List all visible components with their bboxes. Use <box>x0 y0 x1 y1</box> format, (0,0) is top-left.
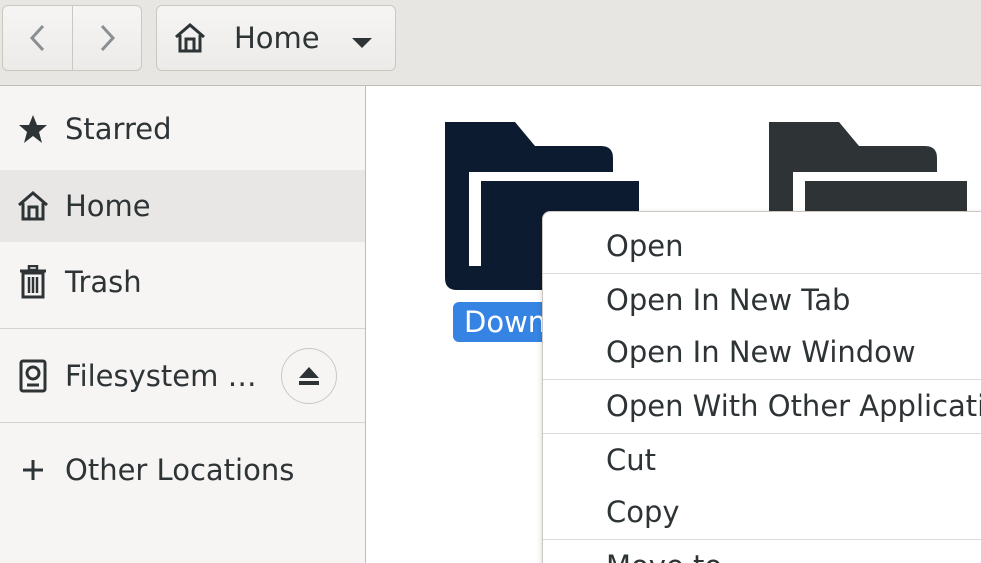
sidebar-item-filesystem[interactable]: Filesystem … <box>0 340 365 412</box>
forward-button[interactable] <box>72 6 141 70</box>
chevron-right-icon <box>100 24 116 52</box>
back-button[interactable] <box>3 6 72 70</box>
sidebar-item-label: Other Locations <box>65 453 295 487</box>
eject-button[interactable] <box>281 348 337 404</box>
menu-item-open-new-tab[interactable]: Open In New Tab <box>543 275 981 325</box>
menu-separator <box>543 433 981 434</box>
sidebar-item-label: Starred <box>65 112 172 146</box>
menu-item-open-new-window[interactable]: Open In New Window <box>543 327 981 377</box>
path-label: Home <box>234 21 320 55</box>
menu-separator <box>543 379 981 380</box>
chevron-left-icon <box>29 24 44 52</box>
path-bar-home-button[interactable]: Home <box>156 5 396 71</box>
menu-item-open-with-other-application[interactable]: Open With Other Application <box>543 381 981 431</box>
sidebar-item-home[interactable]: Home <box>0 170 365 242</box>
trash-icon <box>16 265 50 299</box>
home-icon <box>16 189 50 223</box>
sidebar-item-label: Home <box>65 189 151 223</box>
plus-icon <box>16 453 50 487</box>
header-bar: Home <box>0 0 981 86</box>
sidebar-separator <box>0 328 365 329</box>
sidebar-item-label: Trash <box>65 265 142 299</box>
sidebar-separator <box>0 422 365 423</box>
eject-icon <box>299 367 319 385</box>
menu-item-cut[interactable]: Cut <box>543 435 981 485</box>
star-icon <box>16 112 50 146</box>
menu-separator <box>543 273 981 274</box>
navigation-buttons <box>2 5 142 71</box>
menu-item-copy[interactable]: Copy <box>543 487 981 537</box>
menu-item-open[interactable]: Open <box>543 221 981 271</box>
sidebar-item-other-locations[interactable]: Other Locations <box>0 434 365 506</box>
sidebar: Starred Home Trash Filesystem … Other Lo… <box>0 86 366 563</box>
drive-icon <box>16 359 50 393</box>
context-menu: Open Open In New Tab Open In New Window … <box>542 211 981 563</box>
sidebar-item-trash[interactable]: Trash <box>0 246 365 318</box>
menu-item-move-to[interactable]: Move to… <box>543 541 981 563</box>
menu-separator <box>543 539 981 540</box>
sidebar-item-label: Filesystem … <box>65 359 257 393</box>
sidebar-item-starred[interactable]: Starred <box>0 93 365 165</box>
home-icon <box>173 21 207 55</box>
triangle-down-icon[interactable] <box>351 34 373 53</box>
